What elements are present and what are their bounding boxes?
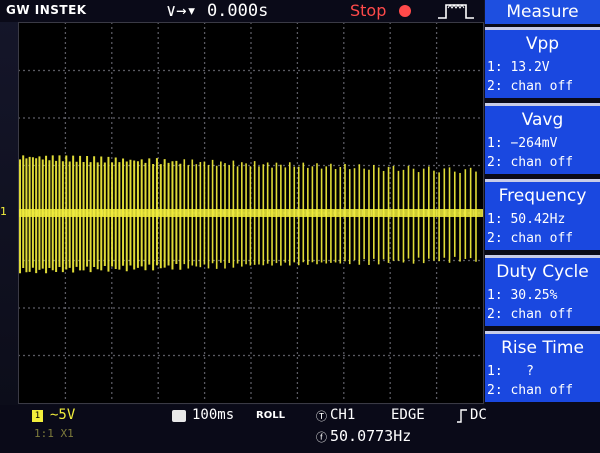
measure-ch1-value: 1: ? (487, 364, 534, 379)
trigger-coupling[interactable]: DC (470, 407, 487, 423)
oscilloscope-screen: GW INSTEK ∨→▾ 0.000s Stop 1 Measure Vpp … (0, 0, 600, 453)
trigger-source[interactable]: CH1 (330, 407, 355, 423)
timebase-icon (172, 410, 186, 422)
timebase-scale[interactable]: 100ms (192, 407, 234, 423)
ch1-probe-setting: 1:1 X1 (34, 427, 74, 440)
stop-indicator-icon (399, 5, 411, 17)
measure-frequency[interactable]: Frequency 1: 50.42Hz 2: chan off (485, 179, 600, 250)
trigger-source-icon: Ⓣ (316, 410, 327, 423)
measure-vavg[interactable]: Vavg 1: −264mV 2: chan off (485, 103, 600, 174)
measure-ch2-value: 2: chan off (487, 383, 574, 398)
run-stop-status[interactable]: Stop (350, 1, 386, 20)
measure-vpp[interactable]: Vpp 1: 13.2V 2: chan off (485, 27, 600, 98)
ch1-ground-marker[interactable]: 1 (0, 205, 7, 218)
measure-name: Vpp (525, 34, 560, 54)
measure-ch2-value: 2: chan off (487, 155, 574, 170)
ch1-trace (19, 155, 483, 274)
rising-slope-icon (457, 409, 467, 423)
bottom-status-bar: 1 ∼5V 1:1 X1 100ms ROLL Ⓣ CH1 EDGE DC ⓕ … (0, 405, 600, 453)
ch1-badge-icon: 1 (32, 410, 43, 422)
status-bar: GW INSTEK ∨→▾ 0.000s Stop (0, 0, 484, 22)
measure-ch2-value: 2: chan off (487, 79, 574, 94)
measure-name: Frequency (498, 186, 587, 206)
frequency-counter-icon: ⓕ (316, 431, 327, 444)
trigger-edge-icon (438, 4, 474, 19)
measure-duty-cycle[interactable]: Duty Cycle 1: 30.25% 2: chan off (485, 255, 600, 326)
trigger-frequency-readout: 50.0773Hz (330, 427, 412, 445)
panel-title: Measure (485, 0, 600, 24)
measure-ch1-value: 1: 30.25% (487, 288, 558, 303)
measure-ch2-value: 2: chan off (487, 307, 574, 322)
ch1-volts-div[interactable]: ∼5V (50, 407, 75, 423)
horizontal-position-readout: ∨→▾ 0.000s (166, 1, 269, 21)
measure-name: Duty Cycle (496, 262, 589, 282)
measure-rise-time[interactable]: Rise Time 1: ? 2: chan off (485, 331, 600, 402)
measure-ch1-value: 1: 50.42Hz (487, 212, 566, 227)
waveform-display (18, 22, 484, 404)
brand-logo: GW INSTEK (6, 3, 87, 17)
measure-panel: Measure Vpp 1: 13.2V 2: chan off Vavg 1:… (485, 0, 600, 405)
measure-ch1-value: 1: −264mV (487, 136, 558, 151)
measure-ch2-value: 2: chan off (487, 231, 574, 246)
measure-name: Rise Time (501, 338, 584, 358)
trigger-type[interactable]: EDGE (391, 407, 425, 423)
measure-name: Vavg (521, 110, 564, 130)
measure-ch1-value: 1: 13.2V (487, 60, 550, 75)
timebase-mode: ROLL (256, 410, 285, 421)
graticule (19, 23, 483, 399)
